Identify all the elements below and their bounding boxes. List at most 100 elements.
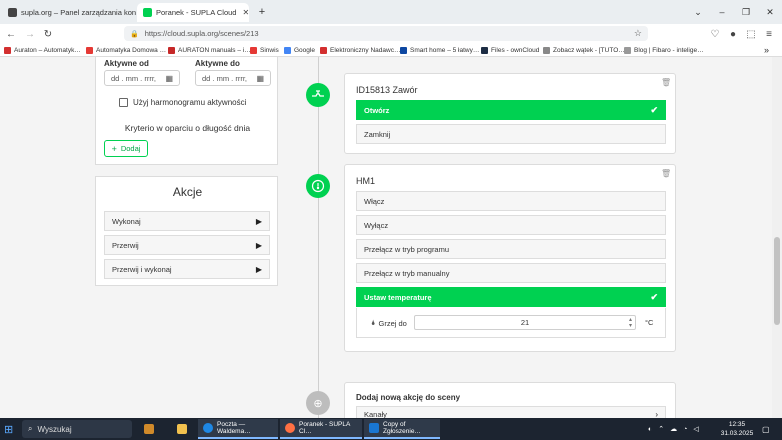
timeline-line bbox=[318, 57, 319, 418]
activity-period-card: Aktywne od Aktywne do dd . mm . rrrr, ▦ … bbox=[95, 57, 278, 165]
schedule-checkbox[interactable] bbox=[119, 98, 128, 107]
url-text: https://cloud.supla.org/scenes/213 bbox=[144, 29, 259, 38]
clock-date: 31.03.2025 bbox=[720, 430, 754, 437]
action-execute[interactable]: Wykonaj ▶ bbox=[104, 211, 270, 231]
add-action-channels-option[interactable]: Kanały › bbox=[356, 406, 666, 418]
network-icon[interactable]: ◔ bbox=[683, 426, 687, 433]
notifications-icon[interactable]: ▢ bbox=[762, 418, 770, 440]
windows-taskbar: ⊞ ⌕ Wyszukaj Poczta — Waldema… Poranek -… bbox=[0, 418, 782, 440]
tab-supla-org[interactable]: supla.org – Panel zarządzania konte… ✕ bbox=[2, 3, 136, 22]
bookmark-item[interactable]: Smart home – 5 łatwy… bbox=[400, 44, 479, 56]
tray-overflow-icon[interactable]: ⌃ bbox=[658, 425, 664, 433]
action-option-turn-on[interactable]: Włącz bbox=[356, 191, 666, 211]
reload-icon[interactable]: ↻ bbox=[40, 26, 56, 42]
bookmarks-overflow-button[interactable]: » bbox=[764, 44, 769, 56]
bookmark-item[interactable]: Zobacz wątek - [TUTO… bbox=[543, 44, 625, 56]
menu-icon[interactable]: ≡ bbox=[761, 26, 777, 42]
chevron-right-icon: › bbox=[655, 410, 658, 418]
active-from-date-input[interactable]: dd . mm . rrrr, ▦ bbox=[104, 70, 180, 86]
close-tab-icon[interactable]: ✕ bbox=[236, 8, 249, 17]
bookmark-item[interactable]: Sinwis bbox=[250, 44, 279, 56]
action-interrupt-and-execute[interactable]: Przerwij i wykonaj ▶ bbox=[104, 259, 270, 279]
taskbar-app-mail[interactable]: Poczta — Waldema… bbox=[198, 419, 278, 439]
account-icon[interactable]: ● bbox=[725, 26, 741, 42]
taskbar-app-document[interactable]: Copy of Zgłoszenie… bbox=[364, 419, 440, 439]
bookmark-favicon-icon bbox=[624, 46, 631, 54]
bookmark-favicon-icon bbox=[168, 46, 175, 54]
address-bar[interactable]: 🔒 https://cloud.supla.org/scenes/213 ☆ bbox=[124, 26, 648, 41]
minimize-button[interactable]: – bbox=[710, 0, 734, 24]
new-tab-button[interactable]: + bbox=[250, 0, 274, 24]
schedule-checkbox-row[interactable]: Użyj harmonogramu aktywności bbox=[119, 98, 246, 107]
stepper-arrows-icon[interactable]: ▴ ▾ bbox=[629, 317, 632, 329]
action-option-set-temperature[interactable]: Ustaw temperaturę ✔ bbox=[356, 287, 666, 307]
bookmark-favicon-icon bbox=[284, 46, 291, 54]
tab-title: Poranek - SUPLA Cloud bbox=[156, 8, 237, 17]
trash-icon[interactable]: 🗑 bbox=[661, 78, 671, 87]
close-window-button[interactable]: ✕ bbox=[758, 0, 782, 24]
folder-icon bbox=[177, 424, 187, 434]
bookmark-item[interactable]: Blog | Fibaro - intelige… bbox=[624, 44, 704, 56]
flame-icon: 🌢 bbox=[371, 318, 376, 327]
taskbar-clock[interactable]: 12:35 31.03.2025 bbox=[720, 418, 754, 440]
page-scrollbar-thumb[interactable] bbox=[774, 237, 780, 325]
back-arrow-icon[interactable]: ← bbox=[3, 26, 19, 42]
windows-start-icon[interactable]: ⊞ bbox=[4, 418, 13, 440]
add-action-card: Dodaj nową akcję do sceny Kanały › bbox=[344, 382, 676, 418]
add-action-icon[interactable]: ⊕ bbox=[306, 391, 330, 415]
system-tray: ◐ ⌃ ☁ ◔ ◁ bbox=[648, 418, 699, 440]
temperature-unit: °C bbox=[645, 318, 654, 327]
tray-app-icon[interactable]: ◐ bbox=[648, 426, 652, 433]
play-icon: ▶ bbox=[255, 216, 262, 226]
trash-icon[interactable]: 🗑 bbox=[661, 169, 671, 178]
pocket-icon[interactable]: ♡ bbox=[707, 26, 723, 42]
bookmark-item[interactable]: Auraton – Automatyk… bbox=[4, 44, 81, 56]
volume-icon[interactable]: ◁ bbox=[693, 425, 698, 433]
bookmark-star-icon[interactable]: ☆ bbox=[634, 28, 642, 39]
tab-title: supla.org – Panel zarządzania konte… bbox=[21, 8, 136, 17]
supla-favicon-icon bbox=[8, 8, 17, 17]
browser-nav-bar: ← → ↻ 🔒 https://cloud.supla.org/scenes/2… bbox=[0, 24, 782, 43]
calendar-icon: ▦ bbox=[256, 73, 264, 83]
temperature-input[interactable]: 21 ▴ ▾ bbox=[414, 315, 636, 330]
bookmark-item[interactable]: AURATON manuals – i… bbox=[168, 44, 251, 56]
bookmark-item[interactable]: Files - ownCloud bbox=[481, 44, 539, 56]
action-option-close[interactable]: Zamknij bbox=[356, 124, 666, 144]
forward-arrow-icon[interactable]: → bbox=[22, 26, 38, 42]
maximize-button[interactable]: ❐ bbox=[734, 0, 758, 24]
checkmark-icon: ✔ bbox=[650, 104, 658, 115]
taskbar-search[interactable]: ⌕ Wyszukaj bbox=[22, 420, 132, 438]
bookmark-item[interactable]: Elektroniczny Nadawc… bbox=[320, 44, 400, 56]
cloud-icon[interactable]: ☁ bbox=[670, 425, 677, 433]
bookmark-favicon-icon bbox=[250, 46, 257, 54]
bookmark-favicon-icon bbox=[400, 46, 407, 54]
heat-to-label-row: 🌢 Grzej do bbox=[371, 318, 407, 328]
operation-title: ID15813 Zawór bbox=[356, 85, 418, 95]
action-option-manual-mode[interactable]: Przełącz w tryb manualny bbox=[356, 263, 666, 283]
actions-card: Akcje Wykonaj ▶ Przerwij ▶ Przerwij i wy… bbox=[95, 176, 278, 286]
action-option-turn-off[interactable]: Wyłącz bbox=[356, 215, 666, 235]
operation-title: HM1 bbox=[356, 176, 376, 186]
bookmark-item[interactable]: Google bbox=[284, 44, 315, 56]
checkmark-icon: ✔ bbox=[650, 291, 658, 302]
active-to-date-input[interactable]: dd . mm . rrrr, ▦ bbox=[195, 70, 271, 86]
supla-cloud-favicon-icon bbox=[143, 8, 152, 17]
taskbar-app-briefcase[interactable] bbox=[139, 419, 163, 439]
tab-list-button[interactable]: ⌄ bbox=[686, 0, 710, 24]
document-icon bbox=[369, 423, 379, 433]
tab-supla-cloud[interactable]: Poranek - SUPLA Cloud ✕ bbox=[137, 3, 249, 22]
firefox-icon bbox=[285, 423, 295, 433]
play-icon: ▶ bbox=[255, 240, 262, 250]
search-icon: ⌕ bbox=[28, 424, 33, 433]
action-option-open[interactable]: Otwórz ✔ bbox=[356, 100, 666, 120]
actions-title: Akcje bbox=[172, 185, 203, 199]
taskbar-app-firefox[interactable]: Poranek - SUPLA Cl… bbox=[280, 419, 362, 439]
action-option-program-mode[interactable]: Przełącz w tryb programu bbox=[356, 239, 666, 259]
action-interrupt[interactable]: Przerwij ▶ bbox=[104, 235, 270, 255]
add-criteria-button[interactable]: + Dodaj bbox=[104, 140, 148, 157]
taskbar-app-explorer[interactable] bbox=[172, 419, 196, 439]
thermostat-icon bbox=[306, 174, 330, 198]
bookmark-favicon-icon bbox=[320, 46, 327, 54]
bookmark-item[interactable]: Automatyka Domowa … bbox=[86, 44, 166, 56]
extensions-icon[interactable]: ⬚ bbox=[743, 26, 759, 42]
